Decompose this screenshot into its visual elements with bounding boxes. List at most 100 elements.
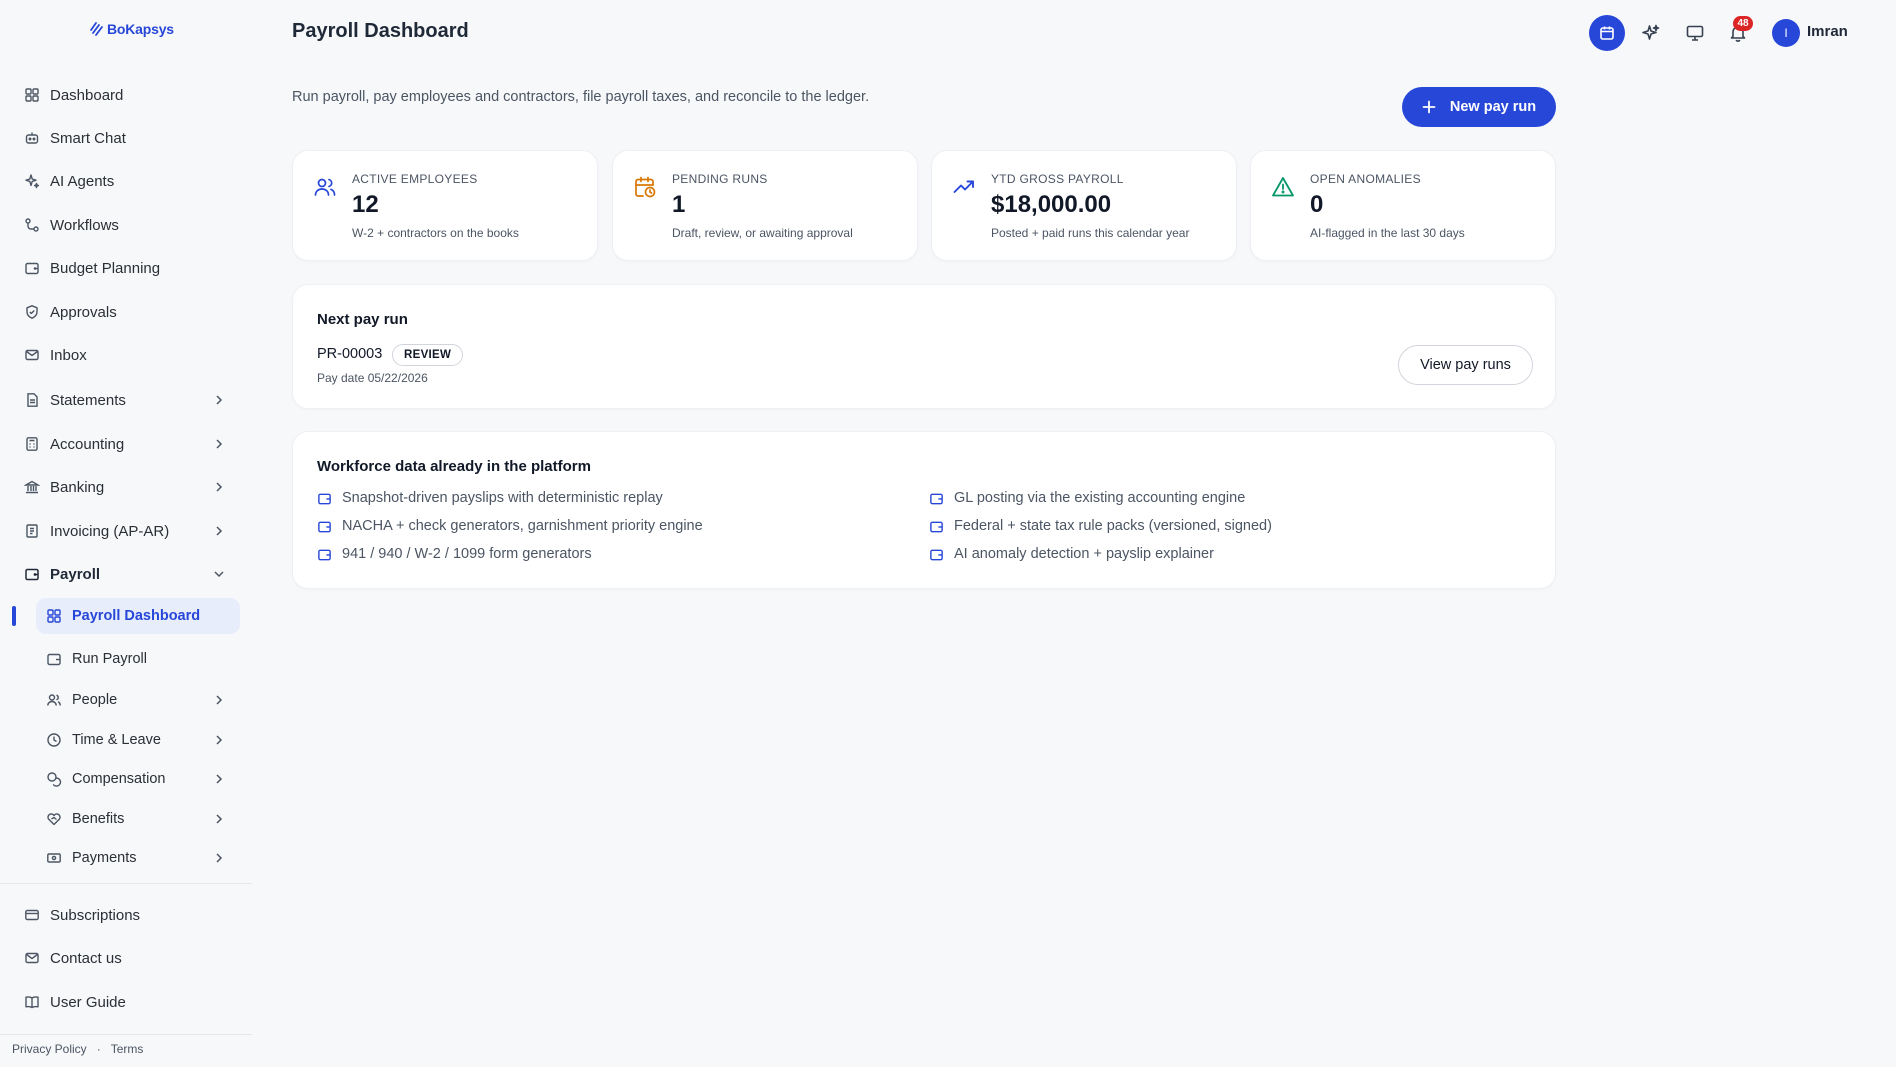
stat-card-open-anomalies: OPEN ANOMALIES 0 AI-flagged in the last … [1250, 150, 1556, 261]
receipt-icon [24, 523, 40, 539]
sidebar-item-user-guide[interactable]: User Guide [12, 983, 240, 1021]
sidebar-item-approvals[interactable]: Approvals [12, 293, 240, 331]
sidebar-item-payroll-dashboard[interactable]: Payroll Dashboard [36, 598, 240, 634]
sidebar-item-label: Dashboard [50, 86, 124, 104]
sidebar-item-smart-chat[interactable]: Smart Chat [12, 119, 240, 157]
clock-icon [46, 732, 62, 748]
sidebar-item-label: Run Payroll [72, 651, 147, 667]
sidebar: BoKapsys Dashboard Smart Chat AI Agents … [0, 0, 252, 1067]
sidebar-item-label: Payroll [50, 565, 101, 583]
wallet-icon [46, 651, 62, 667]
trending-up-icon [952, 175, 976, 199]
sidebar-item-run-payroll[interactable]: Run Payroll [36, 641, 240, 677]
banknote-icon [46, 850, 62, 866]
calculator-icon [24, 436, 40, 452]
stat-label: OPEN ANOMALIES [1310, 172, 1421, 186]
notifications-badge: 48 [1733, 16, 1753, 31]
chevron-right-icon[interactable] [212, 851, 226, 865]
sidebar-item-benefits[interactable]: Benefits [36, 801, 240, 837]
sidebar-item-inbox[interactable]: Inbox [12, 336, 240, 374]
sidebar-item-payroll[interactable]: Payroll [12, 555, 240, 593]
sparkles-icon [24, 173, 40, 189]
stat-label: ACTIVE EMPLOYEES [352, 172, 478, 186]
stat-card-pending-runs: PENDING RUNS 1 Draft, review, or awaitin… [612, 150, 918, 261]
sidebar-item-label: Statements [50, 391, 126, 409]
sidebar-item-budget-planning[interactable]: Budget Planning [12, 249, 240, 287]
workflow-icon [24, 217, 40, 233]
sidebar-item-label: Workflows [50, 216, 119, 234]
stat-card-active-employees: ACTIVE EMPLOYEES 12 W-2 + contractors on… [292, 150, 598, 261]
list-item: AI anomaly detection + payslip explainer [929, 546, 1214, 562]
chevron-right-icon[interactable] [212, 812, 226, 826]
sidebar-item-contact-us[interactable]: Contact us [12, 939, 240, 977]
sidebar-item-statements[interactable]: Statements [12, 381, 240, 419]
wallet-icon [24, 260, 40, 276]
chevron-right-icon[interactable] [212, 772, 226, 786]
sidebar-item-label: Compensation [72, 771, 166, 787]
sidebar-item-ai-agents[interactable]: AI Agents [12, 162, 240, 200]
sidebar-item-payments[interactable]: Payments [36, 840, 240, 876]
sidebar-item-accounting[interactable]: Accounting [12, 425, 240, 463]
list-item-text: NACHA + check generators, garnishment pr… [342, 518, 703, 534]
sidebar-item-label: Subscriptions [50, 906, 141, 924]
sidebar-item-compensation[interactable]: Compensation [36, 761, 240, 797]
stat-value: 12 [352, 191, 379, 218]
monitor-button[interactable] [1685, 23, 1705, 43]
new-pay-run-button[interactable]: New pay run [1402, 87, 1556, 127]
privacy-policy-link[interactable]: Privacy Policy [12, 1042, 87, 1056]
sidebar-item-subscriptions[interactable]: Subscriptions [12, 896, 240, 934]
sidebar-divider [0, 1034, 252, 1035]
sidebar-item-label: Benefits [72, 811, 125, 827]
sidebar-item-workflows[interactable]: Workflows [12, 206, 240, 244]
wallet-icon [24, 566, 40, 582]
brand-logo[interactable]: BoKapsys [88, 21, 174, 37]
workforce-title: Workforce data already in the platform [317, 458, 591, 475]
sidebar-item-label: Time & Leave [72, 732, 161, 748]
calendar-button[interactable] [1589, 15, 1625, 51]
sparkles-icon [1641, 23, 1661, 43]
user-name[interactable]: Imran [1807, 23, 1848, 40]
chevron-right-icon[interactable] [212, 693, 226, 707]
chevron-right-icon[interactable] [212, 480, 226, 494]
pay-run-id[interactable]: PR-00003 [317, 346, 382, 362]
stat-label: YTD GROSS PAYROLL [991, 172, 1124, 186]
wallet-icon [317, 519, 332, 534]
chevron-right-icon[interactable] [212, 524, 226, 538]
sidebar-item-label: AI Agents [50, 172, 115, 190]
credit-card-icon [24, 907, 40, 923]
file-text-icon [24, 392, 40, 408]
terms-link[interactable]: Terms [111, 1042, 144, 1056]
users-icon [313, 175, 337, 199]
calendar-icon [1598, 24, 1616, 42]
stat-note: AI-flagged in the last 30 days [1310, 226, 1465, 240]
stat-value: 1 [672, 191, 686, 218]
wallet-icon [317, 547, 332, 562]
book-icon [24, 994, 40, 1010]
chevron-down-icon[interactable] [212, 567, 226, 581]
sidebar-item-dashboard[interactable]: Dashboard [12, 76, 240, 114]
list-item: GL posting via the existing accounting e… [929, 490, 1245, 506]
sidebar-item-label: Banking [50, 478, 105, 496]
avatar[interactable]: I [1772, 19, 1800, 47]
mail-icon [24, 950, 40, 966]
sidebar-item-label: Smart Chat [50, 129, 126, 147]
sidebar-item-banking[interactable]: Banking [12, 468, 240, 506]
wallet-icon [929, 547, 944, 562]
stat-card-ytd-gross-payroll: YTD GROSS PAYROLL $18,000.00 Posted + pa… [931, 150, 1237, 261]
active-indicator [12, 606, 16, 626]
stat-value: $18,000.00 [991, 191, 1112, 218]
ai-sparkles-button[interactable] [1641, 23, 1661, 43]
sidebar-item-people[interactable]: People [36, 682, 240, 718]
users-icon [46, 692, 62, 708]
bot-icon [24, 130, 40, 146]
view-pay-runs-button[interactable]: View pay runs [1398, 345, 1533, 385]
sidebar-item-label: Approvals [50, 303, 117, 321]
chevron-right-icon[interactable] [212, 393, 226, 407]
chevron-right-icon[interactable] [212, 733, 226, 747]
list-item-text: AI anomaly detection + payslip explainer [954, 546, 1214, 562]
sidebar-item-time-leave[interactable]: Time & Leave [36, 722, 240, 758]
sidebar-item-invoicing[interactable]: Invoicing (AP-AR) [12, 512, 240, 550]
next-pay-run-title: Next pay run [317, 311, 408, 328]
chevron-right-icon[interactable] [212, 437, 226, 451]
wallet-icon [929, 491, 944, 506]
